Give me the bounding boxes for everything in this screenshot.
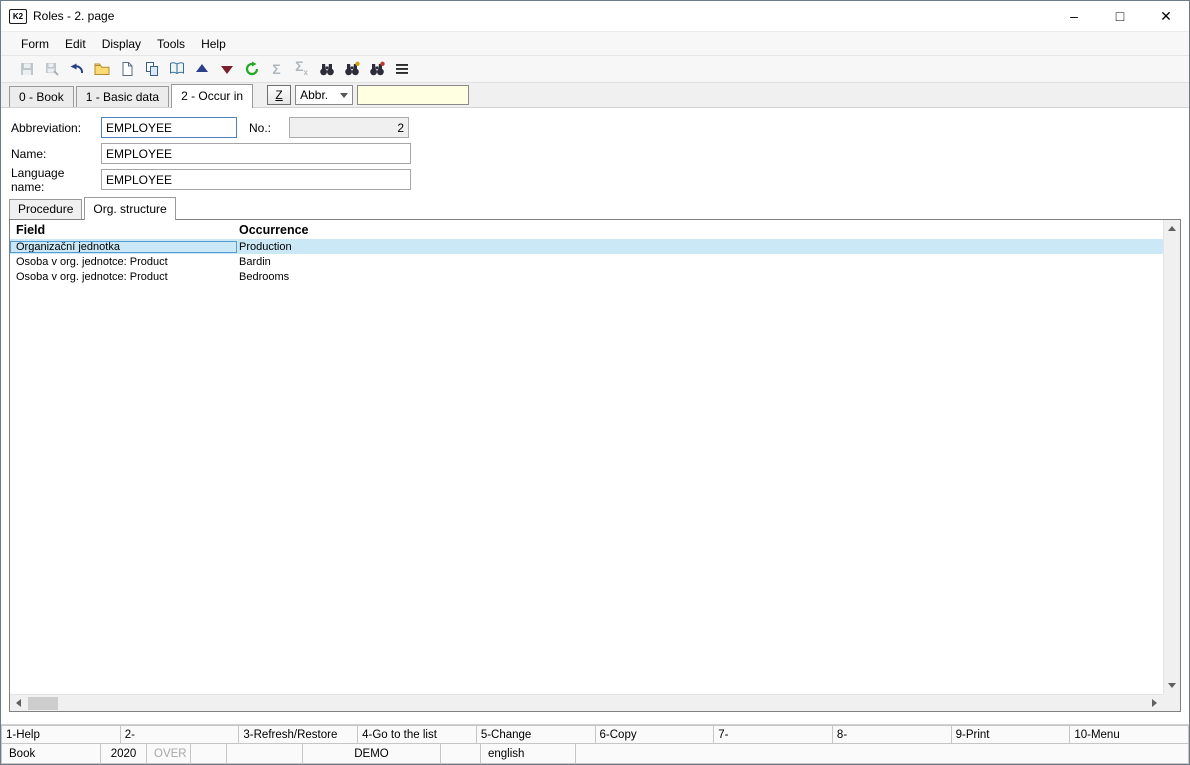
cell-occurrence: Bardin [239, 255, 271, 268]
maximize-button[interactable]: □ [1097, 1, 1143, 31]
save-icon[interactable] [17, 60, 36, 79]
app-window: K2 Roles - 2. page – □ ✕ Form Edit Displ… [0, 0, 1190, 765]
scroll-up-icon[interactable] [1164, 220, 1181, 237]
title-bar: K2 Roles - 2. page – □ ✕ [1, 1, 1189, 31]
status-empty-cell [227, 744, 303, 764]
fnkey-7[interactable]: 7- [714, 725, 833, 744]
menu-help[interactable]: Help [193, 34, 234, 54]
abbreviation-field[interactable] [101, 117, 237, 138]
horizontal-scrollbar[interactable] [10, 694, 1163, 711]
copy-icon[interactable] [142, 60, 161, 79]
sum-icon[interactable]: Σ [267, 60, 286, 79]
fnkey-4-go-to-list[interactable]: 4-Go to the list [358, 725, 477, 744]
fnkey-8[interactable]: 8- [832, 725, 952, 744]
tab-basic-data[interactable]: 1 - Basic data [75, 86, 170, 107]
window-title: Roles - 2. page [33, 9, 115, 23]
quick-search-input[interactable] [357, 85, 470, 105]
cell-occurrence: Bedrooms [239, 270, 290, 283]
column-header-field[interactable]: Field [10, 223, 237, 237]
menu-display[interactable]: Display [94, 34, 149, 54]
tab-org-structure[interactable]: Org. structure [84, 197, 176, 220]
new-icon[interactable] [117, 60, 136, 79]
column-header-occurrence[interactable]: Occurrence [237, 223, 1163, 237]
fnkey-5-change[interactable]: 5-Change [476, 725, 596, 744]
page-tab-strip: 0 - Book 1 - Basic data 2 - Occur in Z A… [1, 83, 1189, 108]
down-arrow-icon[interactable] [217, 60, 236, 79]
filter-field-select[interactable]: Abbr. [295, 85, 354, 105]
table-row[interactable]: Osoba v org. jednotce: Product Bedrooms [10, 269, 1163, 284]
quick-filter: Z Abbr. [267, 85, 470, 105]
status-language: english [481, 744, 576, 764]
app-icon: K2 [9, 8, 27, 24]
fnkey-3-refresh-restore[interactable]: 3-Refresh/Restore [239, 725, 359, 744]
toolbar: Σ Σx [1, 56, 1189, 83]
language-name-field[interactable] [101, 169, 411, 190]
status-empty-cell [191, 744, 227, 764]
table-row[interactable]: Organizační jednotka Production [10, 239, 1163, 254]
z-button[interactable]: Z [267, 85, 292, 105]
no-label: No.: [249, 120, 272, 135]
refresh-green-icon[interactable] [242, 60, 261, 79]
fnkey-6-copy[interactable]: 6-Copy [595, 725, 715, 744]
cell-field: Organizační jednotka [10, 240, 237, 253]
status-year: 2020 [101, 744, 147, 764]
tab-procedure[interactable]: Procedure [9, 199, 83, 219]
occurrence-grid-panel: Field Occurrence Organizační jednotka Pr… [9, 219, 1181, 712]
save-record-icon[interactable] [42, 60, 61, 79]
tab-occur-in[interactable]: 2 - Occur in [171, 84, 254, 108]
fnkey-10-menu[interactable]: 10-Menu [1070, 725, 1190, 744]
status-company: DEMO [303, 744, 441, 764]
tab-book[interactable]: 0 - Book [9, 86, 74, 107]
cell-occurrence: Production [239, 240, 292, 253]
vertical-scrollbar[interactable] [1163, 220, 1180, 694]
menu-form[interactable]: Form [13, 34, 57, 54]
cell-field: Osoba v org. jednotce: Product [16, 270, 168, 283]
filter-field-label: Abbr. [300, 88, 329, 102]
find-selection-icon[interactable] [367, 60, 386, 79]
record-form: Abbreviation: No.: Name: Language name: [1, 108, 1189, 196]
function-key-bar: 1-Help 2- 3-Refresh/Restore 4-Go to the … [1, 724, 1190, 744]
up-arrow-icon[interactable] [192, 60, 211, 79]
fnkey-9-print[interactable]: 9-Print [951, 725, 1071, 744]
detail-tab-strip: Procedure Org. structure [1, 196, 1189, 220]
name-label: Name: [11, 146, 47, 161]
undo-icon[interactable] [67, 60, 86, 79]
language-name-label: Language name: [11, 165, 65, 194]
fnkey-1-help[interactable]: 1-Help [1, 725, 121, 744]
scrollbar-corner [1163, 694, 1180, 711]
menu-edit[interactable]: Edit [57, 34, 94, 54]
close-button[interactable]: ✕ [1143, 1, 1189, 31]
abbreviation-label: Abbreviation: [11, 120, 82, 135]
menu-bar: Form Edit Display Tools Help [1, 31, 1189, 56]
scroll-right-icon[interactable] [1146, 695, 1163, 712]
occurrence-grid: Field Occurrence Organizační jednotka Pr… [10, 220, 1163, 694]
find-next-icon[interactable] [342, 60, 361, 79]
no-field [289, 117, 409, 138]
status-overwrite-mode: OVER [147, 744, 191, 764]
cell-field: Osoba v org. jednotce: Product [16, 255, 168, 268]
list-icon[interactable] [392, 60, 411, 79]
open-icon[interactable] [92, 60, 111, 79]
scroll-left-icon[interactable] [10, 695, 27, 712]
grid-header: Field Occurrence [10, 220, 1163, 239]
menu-tools[interactable]: Tools [149, 34, 193, 54]
status-book: Book [1, 744, 101, 764]
name-field[interactable] [101, 143, 411, 164]
window-controls: – □ ✕ [1051, 1, 1189, 31]
find-icon[interactable] [317, 60, 336, 79]
book-icon[interactable] [167, 60, 186, 79]
table-row[interactable]: Osoba v org. jednotce: Product Bardin [10, 254, 1163, 269]
chevron-down-icon [340, 92, 349, 98]
horizontal-scroll-thumb[interactable] [28, 696, 58, 710]
status-empty-cell [441, 744, 481, 764]
status-bar: Book 2020 OVER DEMO english [1, 744, 1189, 764]
minimize-button[interactable]: – [1051, 1, 1097, 31]
scroll-down-icon[interactable] [1164, 677, 1181, 694]
status-empty-cell [576, 744, 1189, 764]
sum-filter-icon[interactable]: Σx [292, 58, 311, 79]
fnkey-2[interactable]: 2- [120, 725, 240, 744]
